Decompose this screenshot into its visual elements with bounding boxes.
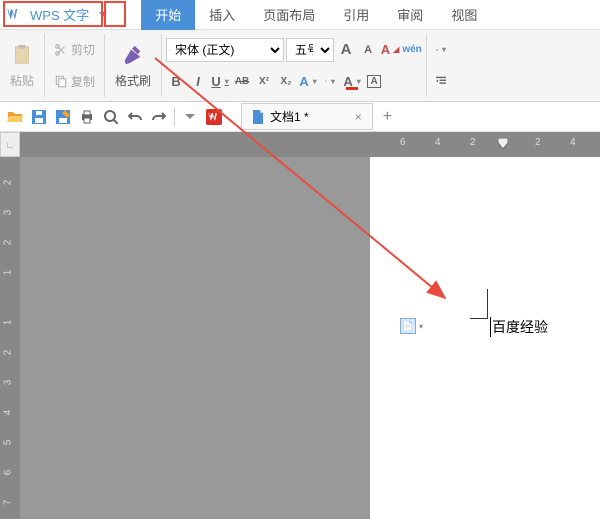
superscript-button[interactable]: X² bbox=[254, 71, 274, 91]
cut-button[interactable]: 剪切 bbox=[49, 38, 100, 61]
increase-font-button[interactable]: A bbox=[336, 40, 356, 60]
format-painter-button[interactable]: 格式刷 bbox=[109, 34, 157, 97]
bullet-list-icon bbox=[436, 43, 438, 57]
wps-w-icon bbox=[206, 109, 222, 125]
paste-icon bbox=[11, 43, 33, 67]
paste-button[interactable]: 粘贴 bbox=[4, 34, 40, 97]
clear-format-button[interactable]: A◢ bbox=[380, 40, 400, 60]
tab-home[interactable]: 开始 bbox=[141, 0, 195, 30]
underline-button[interactable]: U▾ bbox=[210, 71, 230, 91]
close-tab-button[interactable]: × bbox=[355, 110, 362, 124]
indent-marker-icon[interactable] bbox=[498, 138, 508, 150]
ribbon-group-format-painter: 格式刷 bbox=[105, 34, 162, 97]
decrease-font-button[interactable]: A bbox=[358, 40, 378, 60]
save-as-icon bbox=[56, 110, 70, 124]
paste-options-tag[interactable]: 📄 ▾ bbox=[400, 318, 423, 334]
document-icon bbox=[252, 110, 264, 124]
document-page[interactable]: 📄 ▾ 百度经验 bbox=[370, 157, 600, 519]
subscript-button[interactable]: X₂ bbox=[276, 71, 296, 91]
wps-home-button[interactable] bbox=[205, 108, 223, 126]
pinyin-button[interactable]: wén bbox=[402, 40, 422, 60]
document-tab[interactable]: 文档1 * × bbox=[241, 103, 373, 130]
document-text[interactable]: 百度经验 bbox=[490, 317, 548, 337]
ribbon: 粘贴 剪切 复制 格式刷 宋体 (正文) 五号 A A A◢ bbox=[0, 30, 600, 102]
paste-options-icon: 📄 bbox=[400, 318, 416, 334]
italic-button[interactable]: I bbox=[188, 71, 208, 91]
highlight-icon bbox=[325, 74, 327, 88]
font-family-select[interactable]: 宋体 (正文) bbox=[166, 38, 284, 62]
redo-icon bbox=[152, 110, 166, 124]
decrease-indent-button[interactable] bbox=[431, 71, 451, 91]
ribbon-group-paragraph: ▾ bbox=[427, 34, 455, 97]
ruler-corner[interactable]: ∟ bbox=[0, 132, 20, 157]
font-size-select[interactable]: 五号 bbox=[286, 38, 334, 62]
format-painter-icon bbox=[122, 43, 144, 67]
scissors-icon bbox=[54, 43, 68, 57]
annotation-box-dropdown bbox=[104, 1, 126, 27]
save-as-button[interactable] bbox=[54, 108, 72, 126]
document-tab-label: 文档1 * bbox=[270, 108, 309, 125]
preview-icon bbox=[104, 110, 118, 124]
text-cursor-corner bbox=[470, 289, 488, 319]
print-icon bbox=[80, 110, 94, 124]
color-bar-icon bbox=[346, 87, 358, 90]
ruler-horizontal-area: ∟ 6 4 2 2 4 6 bbox=[0, 132, 600, 157]
quick-access-bar: 文档1 * × + bbox=[0, 102, 600, 132]
undo-button[interactable] bbox=[126, 108, 144, 126]
font-color-button[interactable]: A▾ bbox=[342, 71, 362, 91]
ribbon-group-clipboard: 粘贴 bbox=[0, 34, 45, 97]
ruler-vertical[interactable]: 2 3 2 1 1 2 3 4 5 6 7 bbox=[0, 157, 20, 519]
tab-page-layout[interactable]: 页面布局 bbox=[249, 0, 329, 30]
tab-insert[interactable]: 插入 bbox=[195, 0, 249, 30]
tab-view[interactable]: 视图 bbox=[437, 0, 491, 30]
redo-button[interactable] bbox=[150, 108, 168, 126]
separator bbox=[174, 108, 175, 126]
print-button[interactable] bbox=[78, 108, 96, 126]
ribbon-group-font: 宋体 (正文) 五号 A A A◢ wén B I U▾ AB X² X₂ A▾… bbox=[162, 34, 427, 97]
indent-left-icon bbox=[436, 74, 446, 88]
document-canvas[interactable]: 📄 ▾ 百度经验 bbox=[20, 157, 600, 519]
menu-tabs: 开始 插入 页面布局 引用 审阅 视图 bbox=[141, 0, 491, 30]
bold-button[interactable]: B bbox=[166, 71, 186, 91]
workspace: 2 3 2 1 1 2 3 4 5 6 7 📄 ▾ 百度经验 bbox=[0, 157, 600, 519]
save-button[interactable] bbox=[30, 108, 48, 126]
annotation-box-app-name bbox=[3, 1, 103, 27]
ruler-horizontal[interactable]: 6 4 2 2 4 6 bbox=[20, 132, 600, 157]
highlight-button[interactable]: ▾ bbox=[320, 71, 340, 91]
save-icon bbox=[32, 110, 46, 124]
chevron-down-icon bbox=[185, 112, 195, 122]
document-tabs: 文档1 * × + bbox=[241, 103, 392, 130]
add-tab-button[interactable]: + bbox=[383, 108, 392, 126]
strikethrough-button[interactable]: AB bbox=[232, 71, 252, 91]
copy-icon bbox=[54, 74, 68, 88]
print-preview-button[interactable] bbox=[102, 108, 120, 126]
customize-quickbar[interactable] bbox=[181, 108, 199, 126]
folder-open-icon bbox=[7, 110, 23, 124]
open-button[interactable] bbox=[6, 108, 24, 126]
ribbon-group-cut-copy: 剪切 复制 bbox=[45, 34, 105, 97]
text-effect-button[interactable]: A▾ bbox=[298, 71, 318, 91]
undo-icon bbox=[128, 110, 142, 124]
tab-references[interactable]: 引用 bbox=[329, 0, 383, 30]
bullet-list-button[interactable]: ▾ bbox=[431, 40, 451, 60]
chevron-down-icon: ▾ bbox=[419, 322, 423, 331]
char-border-button[interactable]: A bbox=[364, 71, 384, 91]
copy-button[interactable]: 复制 bbox=[49, 70, 100, 93]
tab-review[interactable]: 审阅 bbox=[383, 0, 437, 30]
